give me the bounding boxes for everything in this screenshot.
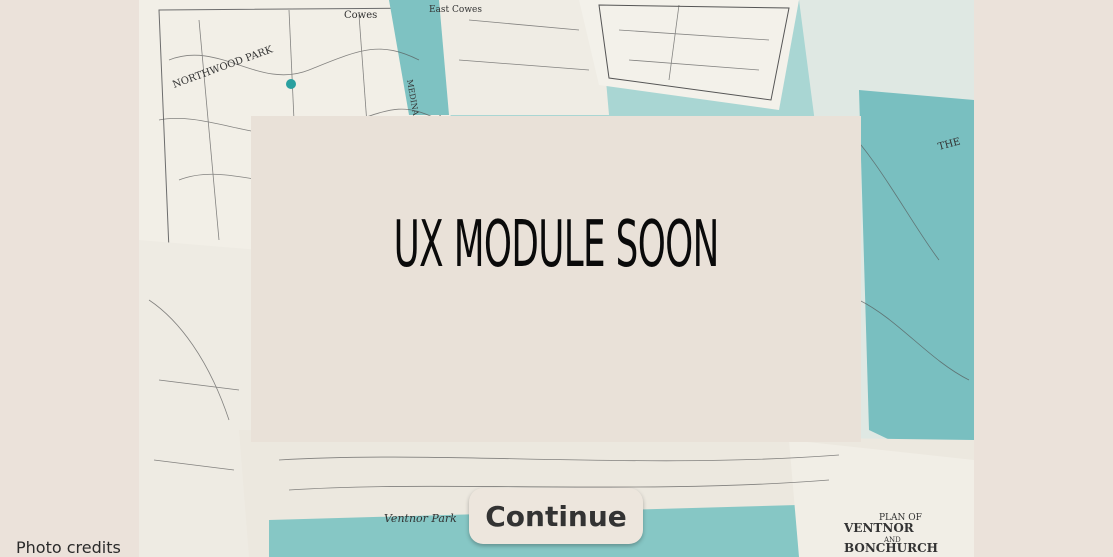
map-label-ventnor: VENTNOR <box>843 521 915 535</box>
photo-credits-link[interactable]: Photo credits <box>16 538 121 557</box>
map-label-east-cowes: East Cowes <box>429 5 482 15</box>
card-title: UX MODULE SOON <box>393 208 719 282</box>
continue-button[interactable]: Continue <box>469 488 643 544</box>
announcement-card: UX MODULE SOON <box>251 116 861 442</box>
map-label-bonchurch: BONCHURCH <box>844 541 938 555</box>
map-label-ventnor-park: Ventnor Park <box>384 512 457 525</box>
map-label-cowes: Cowes <box>344 10 377 21</box>
